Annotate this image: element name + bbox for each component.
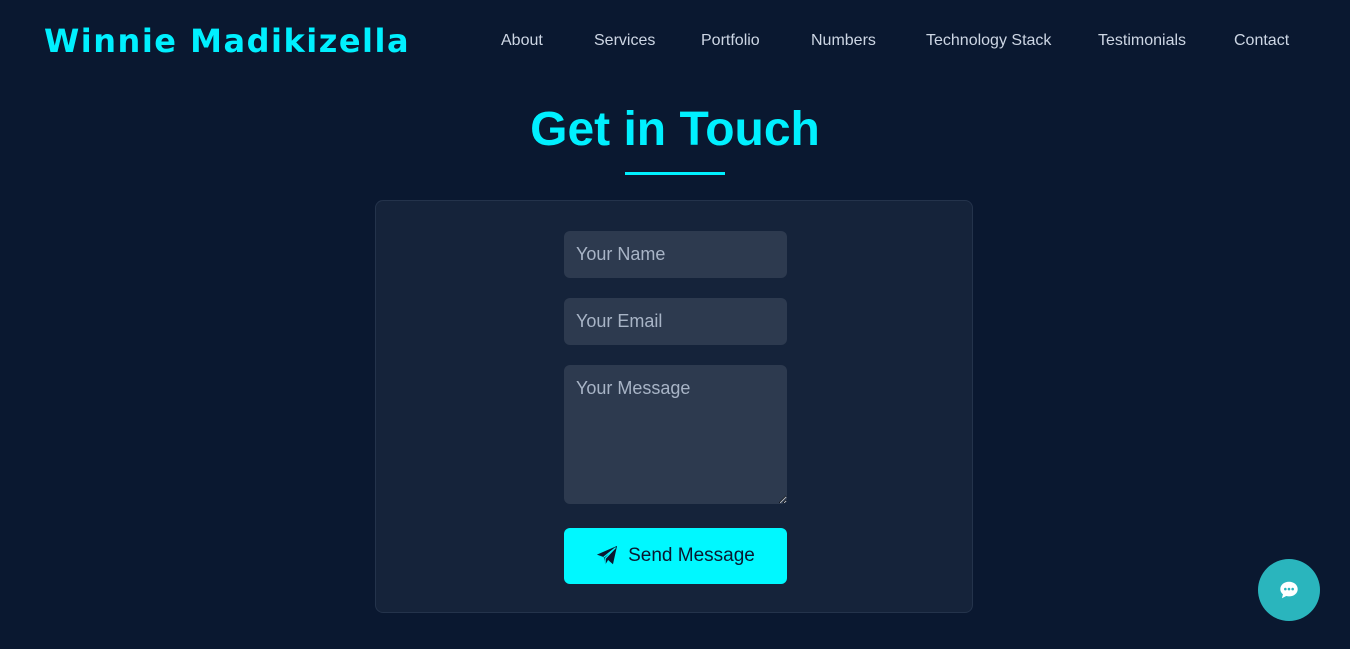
section-title: Get in Touch: [530, 103, 820, 156]
nav-link-portfolio[interactable]: Portfolio: [701, 32, 760, 50]
title-underline: [625, 172, 725, 175]
nav-link-about[interactable]: About: [501, 32, 543, 50]
main-nav: About Services Portfolio Numbers Technol…: [0, 32, 1350, 52]
send-message-button[interactable]: Send Message: [564, 528, 787, 584]
name-input[interactable]: [564, 231, 787, 278]
nav-link-services[interactable]: Services: [594, 32, 655, 50]
paper-plane-icon: [597, 545, 618, 565]
nav-link-testimonials[interactable]: Testimonials: [1098, 32, 1186, 50]
nav-link-contact[interactable]: Contact: [1234, 32, 1289, 50]
nav-link-technology-stack[interactable]: Technology Stack: [926, 32, 1051, 50]
nav-link-numbers[interactable]: Numbers: [811, 32, 876, 50]
contact-form-card: Send Message: [375, 200, 973, 613]
send-message-label: Send Message: [628, 545, 755, 566]
message-textarea[interactable]: [564, 365, 787, 504]
chat-button[interactable]: [1258, 559, 1320, 621]
chat-bubble-icon: [1280, 581, 1298, 599]
email-input[interactable]: [564, 298, 787, 345]
page: Winnie Madikizella About Services Portfo…: [0, 0, 1350, 649]
